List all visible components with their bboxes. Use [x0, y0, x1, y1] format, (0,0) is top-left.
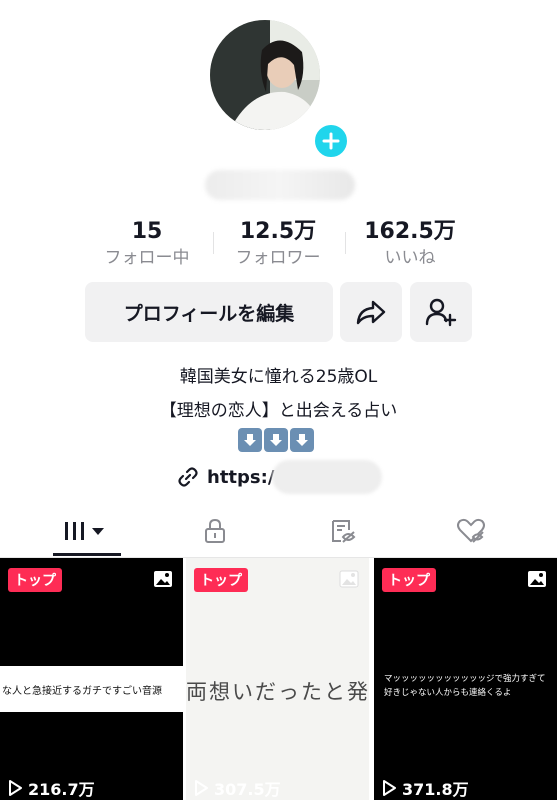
stat-following[interactable]: 15 フォロー中: [100, 218, 194, 270]
play-icon: [9, 780, 22, 796]
view-count-text: 307.5万: [214, 780, 281, 799]
tab-reposts[interactable]: [318, 505, 368, 557]
avatar[interactable]: [210, 20, 320, 130]
share-profile-button[interactable]: [340, 282, 402, 342]
link-redacted: [272, 460, 382, 494]
photo-icon: [339, 570, 359, 588]
tab-liked[interactable]: [446, 505, 496, 557]
profile-avatar-area: [210, 20, 350, 160]
bio-line: 韓国美女に憧れる25歳OL: [179, 367, 378, 387]
profile-stats: 15 フォロー中 12.5万 フォロワー 162.5万 いいね: [0, 218, 557, 268]
stat-likes[interactable]: 162.5万 いいね: [360, 218, 460, 270]
play-icon: [383, 780, 396, 796]
lock-icon: [205, 518, 225, 543]
username-redacted: [205, 170, 355, 200]
content-tabs: [0, 505, 557, 558]
add-friend-button[interactable]: [410, 282, 472, 342]
play-icon: [195, 780, 208, 796]
video-tile[interactable]: トップ 両想いだったと発覚 307.5万: [186, 558, 369, 800]
share-icon: [356, 300, 386, 325]
following-count: 15: [131, 219, 163, 244]
top-badge: トップ: [382, 568, 436, 592]
edit-profile-button[interactable]: プロフィールを編集: [85, 282, 333, 342]
tab-private[interactable]: [190, 505, 240, 557]
plus-icon: [322, 132, 340, 150]
video-caption: 両想いだったと発覚: [186, 680, 369, 704]
avatar-photo: [210, 20, 320, 130]
likes-label: いいね: [384, 248, 436, 268]
stat-followers[interactable]: 12.5万 フォロワー: [228, 218, 328, 270]
bio-arrow-emojis: [238, 428, 314, 452]
video-grid: トップ な人と急接近するガチですごい音源 216.7万 トップ 両想いだったと発…: [0, 558, 557, 800]
tab-videos[interactable]: [53, 505, 121, 557]
video-caption: な人と急接近するガチですごい音源: [0, 666, 183, 712]
down-arrow-icon: [290, 428, 314, 452]
followers-count: 12.5万: [239, 219, 317, 244]
add-avatar-button[interactable]: [312, 122, 350, 160]
bio-line: 【理想の恋人】と出会える占い: [159, 401, 398, 421]
view-count: 216.7万: [8, 776, 95, 800]
hidden-posts-icon: [332, 520, 356, 543]
down-arrow-icon: [264, 428, 288, 452]
top-badge: トップ: [194, 568, 248, 592]
view-count: 307.5万: [194, 776, 281, 800]
video-tile[interactable]: トップ な人と急接近するガチですごい音源 216.7万: [0, 558, 183, 800]
view-count-text: 216.7万: [28, 780, 95, 799]
divider: [213, 232, 214, 254]
liked-icon: [457, 518, 485, 543]
video-tile[interactable]: トップ マッッッッッッッッッッッジで強力すぎて好きじゃない人からも連絡くるよ 3…: [374, 558, 557, 800]
top-badge: トップ: [8, 568, 62, 592]
down-arrow-icon: [238, 428, 262, 452]
followers-label: フォロワー: [235, 248, 321, 268]
likes-count: 162.5万: [364, 219, 456, 244]
active-tab-indicator: [53, 553, 121, 556]
add-person-icon: [425, 298, 457, 327]
view-count: 371.8万: [382, 776, 469, 800]
divider: [345, 232, 346, 254]
video-caption: マッッッッッッッッッッッジで強力すぎて好きじゃない人からも連絡くるよ: [384, 674, 546, 698]
link-text: https:/: [207, 466, 275, 488]
grid-icon: [65, 522, 104, 540]
bio-link[interactable]: https:/: [177, 462, 274, 492]
following-label: フォロー中: [104, 248, 190, 268]
view-count-text: 371.8万: [402, 780, 469, 799]
photo-icon: [528, 571, 546, 587]
link-icon: [178, 467, 198, 487]
photo-icon: [154, 571, 172, 587]
